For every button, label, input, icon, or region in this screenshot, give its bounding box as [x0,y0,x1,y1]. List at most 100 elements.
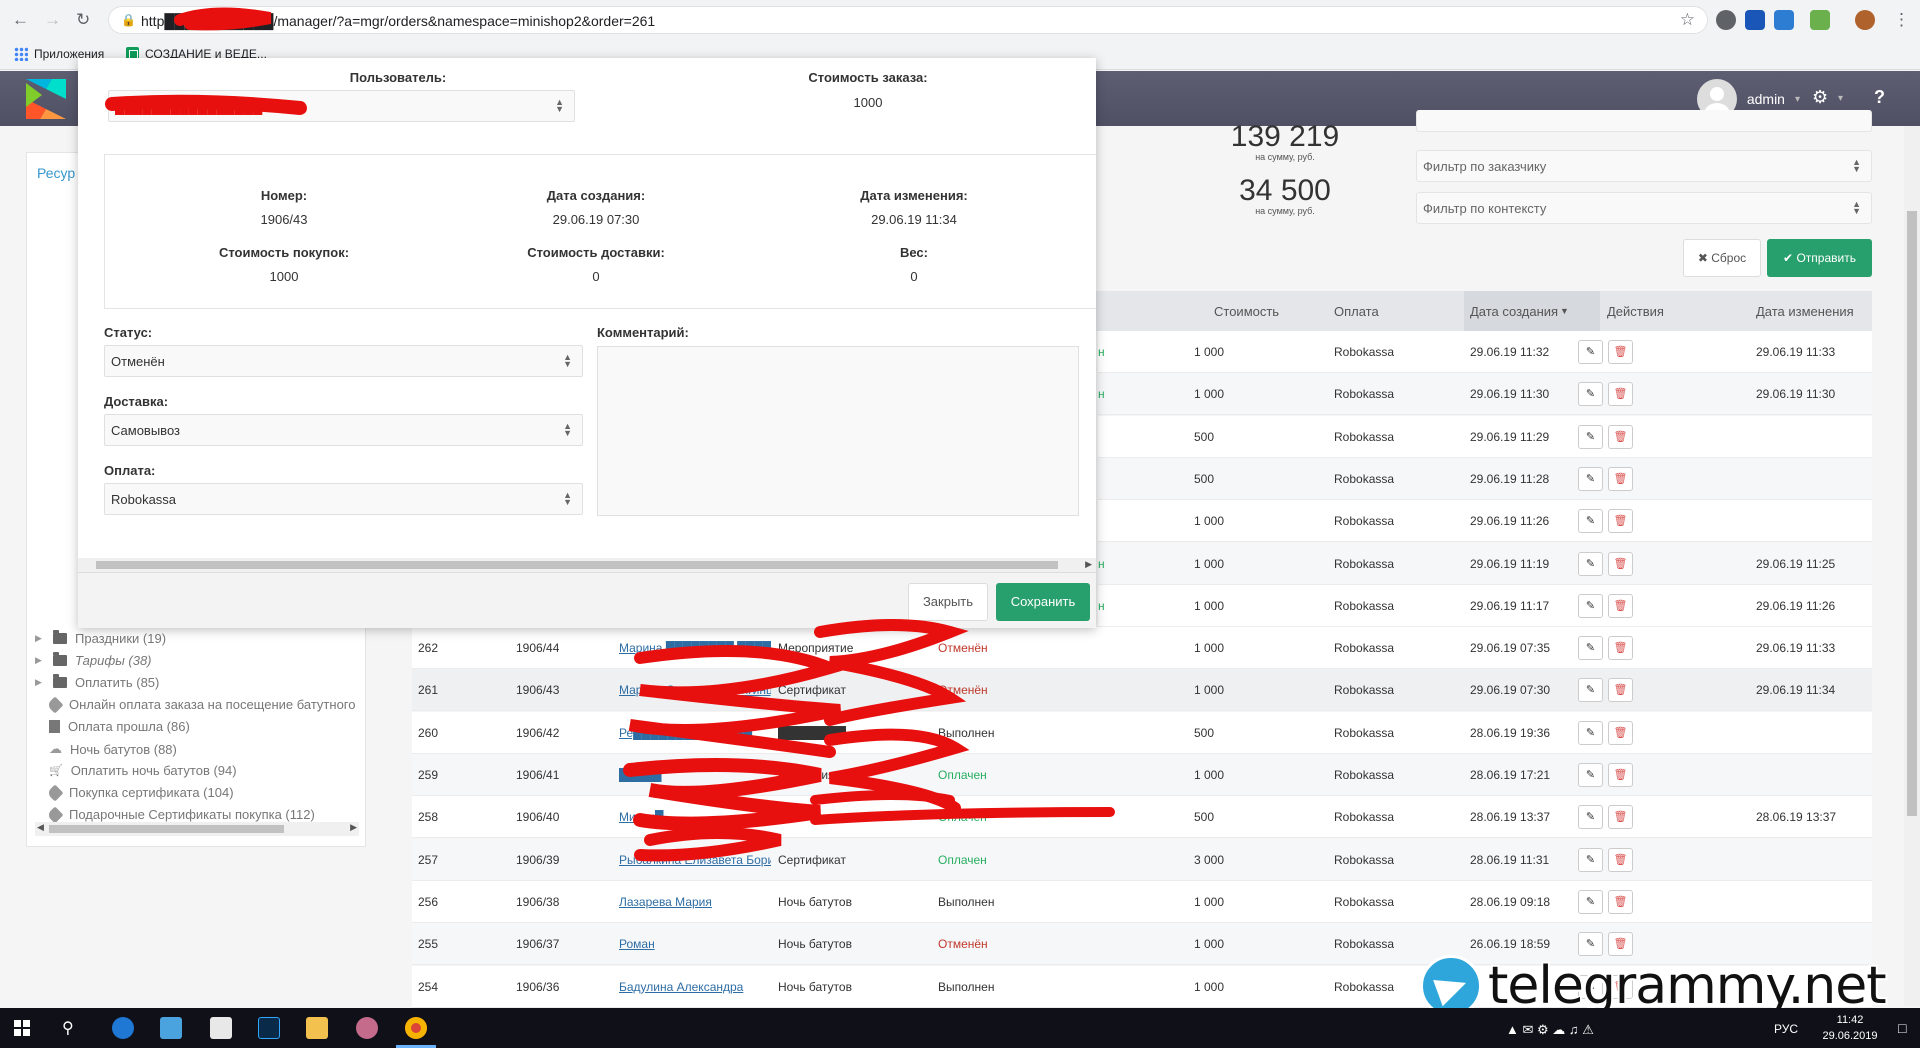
mail-icon[interactable] [210,1017,232,1039]
scrollbar-thumb[interactable] [1907,211,1917,816]
profile-avatar-icon[interactable] [1855,10,1875,30]
extension-icon[interactable] [1716,10,1736,30]
edit-icon[interactable]: ✎ [1578,847,1603,872]
scrollbar-thumb[interactable] [49,825,284,833]
delete-icon[interactable]: 🗑 [1608,382,1633,407]
column-header-created[interactable]: Дата создания [1470,304,1558,319]
column-header-payment[interactable]: Оплата [1334,304,1379,319]
extension-icon[interactable] [1774,10,1794,30]
tree-item[interactable]: 🛒 Оплатить ночь батутов (94) [49,763,237,778]
edge-browser-icon[interactable] [112,1017,134,1039]
edit-icon[interactable]: ✎ [1578,932,1603,957]
customer-link[interactable]: █████ [619,768,771,782]
customer-link[interactable]: Марина ████████ ████ [619,641,771,655]
scrollbar-thumb[interactable] [96,561,1058,569]
address-bar[interactable]: 🔒 http███████████/manager/?a=mgr/orders&… [108,6,1708,34]
edit-icon[interactable]: ✎ [1578,889,1603,914]
edit-icon[interactable]: ✎ [1578,340,1603,364]
expand-caret-icon[interactable]: ▶ [35,633,45,644]
edit-icon[interactable]: ✎ [1578,805,1603,830]
delete-icon[interactable]: 🗑 [1608,889,1633,914]
filter-status-select[interactable] [1416,110,1872,132]
table-row[interactable]: н 1 000 Robokassa 29.06.19 11:32 ✎ 🗑 29.06.19 … [1098,331,1872,373]
table-row[interactable]: 500 Robokassa 29.06.19 11:29 ✎ 🗑 [1098,415,1872,458]
delete-icon[interactable]: 🗑 [1608,636,1633,661]
user-select[interactable]: ████████████████ ▲ ▼ [108,90,575,122]
scroll-right-icon[interactable]: ▶ [350,822,357,833]
help-icon[interactable]: ? [1874,87,1885,108]
edit-icon[interactable]: ✎ [1578,593,1603,618]
customer-link[interactable]: Марина Сергеевна Звягинц... [619,683,771,697]
language-indicator[interactable]: РУС [1774,1022,1798,1036]
file-explorer-icon[interactable] [306,1017,328,1039]
chrome-icon[interactable] [405,1017,427,1039]
reload-icon[interactable]: ↻ [76,10,90,30]
tree-item[interactable]: ▶ Праздники (19) [35,630,166,646]
tree-item[interactable]: ▶ Тарифы (38) [35,652,152,668]
customer-link[interactable]: Лазарева Мария [619,895,771,909]
delete-icon[interactable]: 🗑 [1608,424,1633,449]
comment-textarea[interactable] [597,346,1079,516]
edit-icon[interactable]: ✎ [1578,763,1603,787]
edit-icon[interactable]: ✎ [1578,382,1603,407]
table-row[interactable]: 262 1906/44 Марина ████████ ████ Мероприяти… [412,627,1872,670]
extension-icon[interactable] [1810,10,1830,30]
customer-link[interactable]: Рыбалкина Елизавета Бори... [619,853,771,867]
forward-icon[interactable]: → [44,10,61,30]
scroll-right-icon[interactable]: ▶ [1085,559,1092,570]
delete-icon[interactable]: 🗑 [1608,805,1633,830]
table-row[interactable]: 261 1906/43 Марина Сергеевна Звягинц... Сер… [412,669,1872,712]
table-row[interactable]: 257 1906/39 Рыбалкина Елизавета Бори... Сер… [412,838,1872,881]
windows-start-icon[interactable] [14,1020,30,1036]
notifications-icon[interactable]: □ [1898,1020,1906,1036]
table-row[interactable]: 1 000 Robokassa 29.06.19 11:26 ✎ 🗑 [1098,500,1872,543]
customer-link[interactable]: Роман [619,937,771,951]
modx-logo-icon[interactable] [26,79,66,119]
clock-date[interactable]: 29.06.2019 [1808,1030,1892,1042]
back-icon[interactable]: ← [12,10,29,30]
edit-icon[interactable]: ✎ [1578,424,1603,449]
tree-item[interactable]: ▶ Оплатить (85) [35,674,159,690]
tree-scrollbar[interactable]: ◀ ▶ [35,822,359,836]
tray-icons[interactable]: ▲ ✉ ⚙ ☁ ♫ ⚠ [1506,1022,1594,1038]
edit-icon[interactable]: ✎ [1578,466,1603,491]
save-button[interactable]: Сохранить [996,583,1090,621]
filter-context-select[interactable]: Фильтр по контексту ▲ ▼ [1416,192,1872,224]
payment-select[interactable]: Robokassa ▲ ▼ [104,483,583,515]
delivery-select[interactable]: Самовывоз ▲ ▼ [104,414,583,446]
tree-item[interactable]: Подарочные Сертификаты покупка (112) [46,806,315,823]
delete-icon[interactable]: 🗑 [1608,932,1633,957]
delete-icon[interactable]: 🗑 [1608,509,1633,534]
table-row[interactable]: н 1 000 Robokassa 29.06.19 11:17 ✎ 🗑 29.06.19 … [1098,584,1872,627]
table-row[interactable]: 260 1906/42 Ре██████████████ ████████ Выполн… [412,711,1872,754]
edit-icon[interactable]: ✎ [1578,509,1603,534]
gear-icon[interactable]: ⚙ [1812,87,1828,108]
reset-button[interactable]: ✖ Сброс [1683,239,1761,277]
app-icon[interactable] [160,1017,182,1039]
clock-time[interactable]: 11:42 [1820,1014,1880,1026]
delete-icon[interactable]: 🗑 [1608,678,1633,703]
table-row[interactable]: 258 1906/40 Михаи█ Оплачен 500 Robokassa 28.06… [412,796,1872,839]
table-row[interactable]: 500 Robokassa 29.06.19 11:28 ✎ 🗑 [1098,457,1872,500]
tree-item[interactable]: ☁ Ночь батутов (88) [49,741,177,757]
tab-resources[interactable]: Ресур [37,165,75,181]
delete-icon[interactable]: 🗑 [1608,763,1633,787]
extension-icon[interactable] [1745,10,1765,30]
customer-link[interactable]: Михаи█ [619,810,771,824]
search-icon[interactable]: ⚲ [62,1018,74,1038]
page-scrollbar[interactable] [1904,126,1920,1006]
bookmark-star-icon[interactable]: ☆ [1680,10,1695,30]
customer-link[interactable]: Бадулина Александра [619,980,771,994]
delete-icon[interactable]: 🗑 [1608,340,1633,364]
customer-link[interactable]: Ре██████████████ [619,726,771,740]
tree-item[interactable]: Онлайн оплата заказа на посещение батутн… [46,696,355,713]
edit-icon[interactable]: ✎ [1578,720,1603,745]
modal-scrollbar[interactable]: ▶ [78,558,1096,572]
table-row[interactable]: 256 1906/38 Лазарева Мария Ночь батутов Выпо… [412,880,1872,923]
delete-icon[interactable]: 🗑 [1608,466,1633,491]
edit-icon[interactable]: ✎ [1578,551,1603,576]
tree-item[interactable]: Оплата прошла (86) [49,719,190,734]
column-header-updated[interactable]: Дата изменения [1756,304,1854,319]
menu-dots-icon[interactable]: ⋮ [1893,10,1910,30]
close-button[interactable]: Закрыть [908,583,988,621]
